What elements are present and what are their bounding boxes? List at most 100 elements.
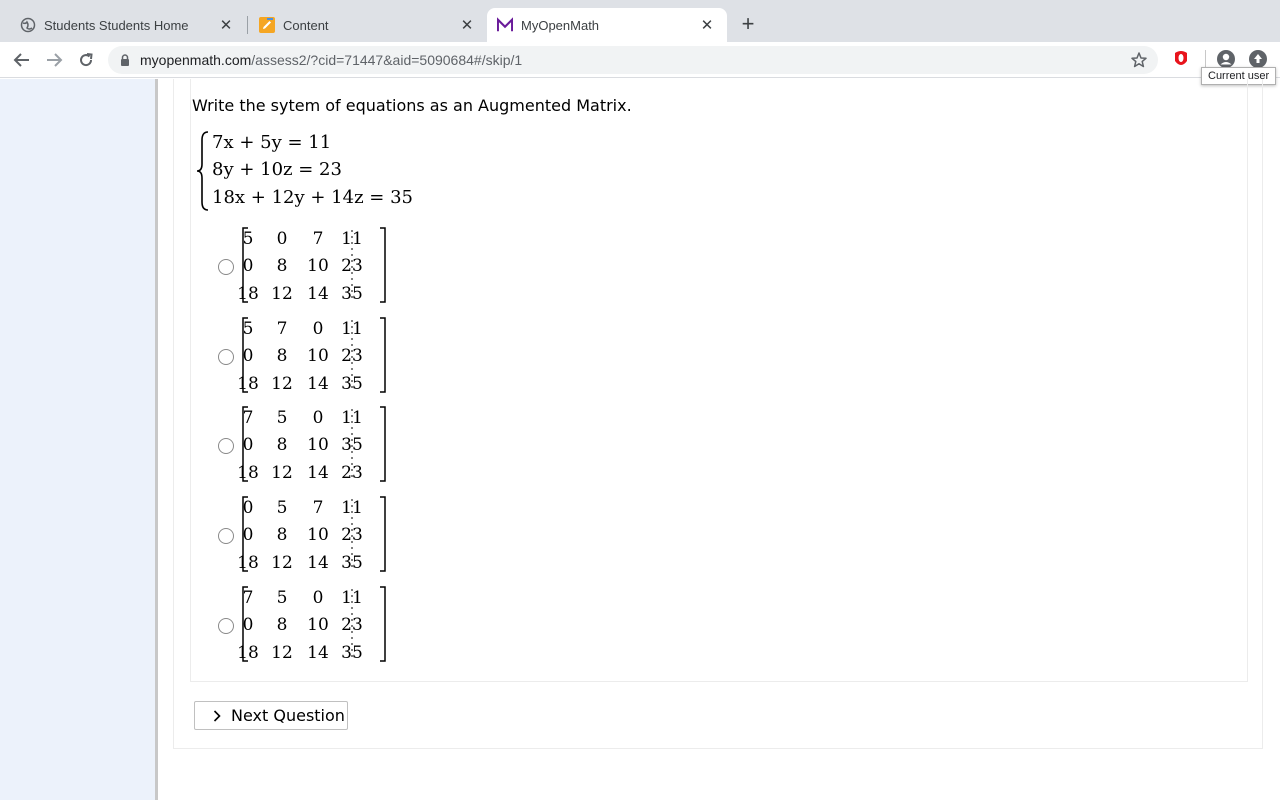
matrix-cell: 8 xyxy=(276,615,288,635)
equation-2: 8y + 10z = 23 xyxy=(212,159,342,180)
matrix-cell: 12 xyxy=(271,284,293,304)
matrix-cell: 10 xyxy=(307,346,329,366)
matrix-cell: 0 xyxy=(242,498,254,518)
matrix-cell: 10 xyxy=(307,256,329,276)
matrix-cell: 23 xyxy=(341,346,363,366)
new-tab-icon[interactable]: + xyxy=(737,13,759,36)
matrix-cell: 11 xyxy=(341,588,363,608)
url-text: myopenmath.com/assess2/?cid=71447&aid=50… xyxy=(140,52,522,68)
matrix-cell: 8 xyxy=(276,525,288,545)
matrix-cell: 23 xyxy=(341,525,363,545)
matrix-cell: 0 xyxy=(242,435,254,455)
radio-button[interactable] xyxy=(218,349,234,365)
matrix-cell: 5 xyxy=(276,588,288,608)
matrix-cell: 12 xyxy=(271,463,293,483)
matrix-cell: 18 xyxy=(237,553,259,573)
matrix-cell: 35 xyxy=(341,553,363,573)
matrix-cell: 35 xyxy=(341,374,363,394)
matrix-cell: 14 xyxy=(307,643,329,663)
matrix-cell: 7 xyxy=(312,498,324,518)
matrix-cell: 10 xyxy=(307,525,329,545)
matrix-cell: 12 xyxy=(271,374,293,394)
radio-button[interactable] xyxy=(218,528,234,544)
right-bracket xyxy=(380,496,386,572)
matrix-cell: 7 xyxy=(242,408,254,428)
matrix-cell: 7 xyxy=(242,588,254,608)
close-tab-icon[interactable]: ✕ xyxy=(697,15,717,35)
matrix-cell: 0 xyxy=(242,256,254,276)
opera-extension-icon[interactable] xyxy=(1172,49,1190,74)
matrix-cell: 5 xyxy=(242,319,254,339)
augmented-matrix: 5 0 7 11 0 8 10 23 18 12 14 35 xyxy=(237,226,388,304)
equation-1: 7x + 5y = 11 xyxy=(212,132,332,153)
matrix-cell: 8 xyxy=(276,256,288,276)
matrix-cell: 23 xyxy=(341,615,363,635)
augmented-matrix: 7 5 0 11 0 8 10 35 18 12 14 23 xyxy=(237,405,388,483)
equation-3: 18x + 12y + 14z = 35 xyxy=(212,187,413,208)
matrix-cell: 11 xyxy=(341,319,363,339)
left-panel xyxy=(0,79,155,800)
matrix-cell: 14 xyxy=(307,553,329,573)
matrix-cell: 11 xyxy=(341,229,363,249)
matrix-cell: 5 xyxy=(276,408,288,428)
forward-arrow-icon[interactable] xyxy=(42,48,66,72)
toolbar-separator xyxy=(1205,50,1206,68)
tab-title: Students Students Home xyxy=(44,17,189,33)
matrix-cell: 10 xyxy=(307,435,329,455)
matrix-cell: 23 xyxy=(341,256,363,276)
matrix-cell: 5 xyxy=(276,498,288,518)
next-question-label: Next Question xyxy=(231,706,345,725)
right-bracket xyxy=(380,406,386,482)
bookmark-star-icon[interactable] xyxy=(1130,51,1148,74)
matrix-cell: 23 xyxy=(341,463,363,483)
right-bracket xyxy=(380,586,386,662)
radio-button[interactable] xyxy=(218,259,234,275)
myopenmath-m-icon xyxy=(497,17,513,33)
matrix-cell: 35 xyxy=(341,284,363,304)
augmented-matrix: 7 5 0 11 0 8 10 23 18 12 14 35 xyxy=(237,585,388,663)
tab-content[interactable]: Content ✕ xyxy=(239,8,487,42)
matrix-cell: 0 xyxy=(242,525,254,545)
url-host: myopenmath.com xyxy=(140,52,252,68)
pencil-icon xyxy=(259,17,275,33)
tab-myopenmath[interactable]: MyOpenMath ✕ xyxy=(487,8,727,42)
browser-toolbar: myopenmath.com/assess2/?cid=71447&aid=50… xyxy=(0,42,1280,78)
next-question-button[interactable]: Next Question xyxy=(194,701,348,730)
tab-students-home[interactable]: Students Students Home ✕ xyxy=(0,8,246,42)
address-bar[interactable]: myopenmath.com/assess2/?cid=71447&aid=50… xyxy=(108,46,1158,74)
lock-icon[interactable] xyxy=(120,54,130,66)
back-arrow-icon[interactable] xyxy=(10,48,34,72)
augmented-matrix: 5 7 0 11 0 8 10 23 18 12 14 35 xyxy=(237,316,388,394)
matrix-cell: 0 xyxy=(312,319,324,339)
matrix-cell: 18 xyxy=(237,284,259,304)
matrix-cell: 35 xyxy=(341,435,363,455)
matrix-cell: 0 xyxy=(242,615,254,635)
matrix-cell: 0 xyxy=(312,408,324,428)
tab-title: Content xyxy=(283,17,329,33)
matrix-cell: 0 xyxy=(276,229,288,249)
matrix-cell: 14 xyxy=(307,374,329,394)
matrix-cell: 12 xyxy=(271,643,293,663)
matrix-cell: 18 xyxy=(237,463,259,483)
matrix-cell: 0 xyxy=(242,346,254,366)
tab-title: MyOpenMath xyxy=(521,17,600,33)
reload-icon[interactable] xyxy=(74,48,98,72)
radio-button[interactable] xyxy=(218,438,234,454)
matrix-cell: 7 xyxy=(312,229,324,249)
matrix-cell: 11 xyxy=(341,408,363,428)
radio-button[interactable] xyxy=(218,618,234,634)
matrix-cell: 0 xyxy=(312,588,324,608)
matrix-cell: 8 xyxy=(276,346,288,366)
matrix-cell: 14 xyxy=(307,284,329,304)
left-brace xyxy=(196,131,209,211)
matrix-cell: 11 xyxy=(341,498,363,518)
tab-strip: Students Students Home ✕ Content ✕ MyOpe… xyxy=(0,0,1280,42)
close-tab-icon[interactable]: ✕ xyxy=(457,15,477,35)
chevron-right-icon xyxy=(213,709,221,722)
matrix-cell: 12 xyxy=(271,553,293,573)
matrix-cell: 10 xyxy=(307,615,329,635)
matrix-cell: 18 xyxy=(237,374,259,394)
matrix-cell: 18 xyxy=(237,643,259,663)
right-bracket xyxy=(380,227,386,303)
close-tab-icon[interactable]: ✕ xyxy=(216,15,236,35)
